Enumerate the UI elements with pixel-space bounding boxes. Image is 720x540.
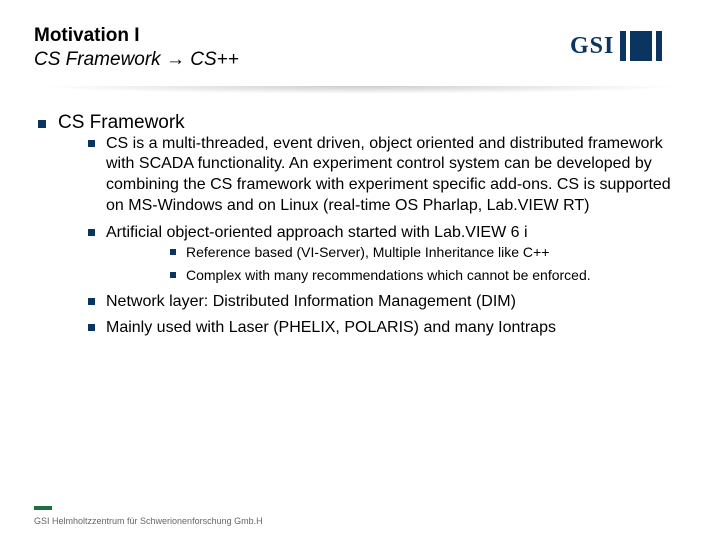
slide-header: Motivation I CS Framework → CS++ [0,0,720,80]
slide-body: CS Framework CS is a multi-threaded, eve… [0,94,720,340]
bullet-l3: Reference based (VI-Server), Multiple In… [186,243,672,263]
bullet-l2c-text: Network layer: Distributed Information M… [106,293,516,310]
bullet-l1-text: CS Framework [58,112,185,133]
bullet-l2: Mainly used with Laser (PHELIX, POLARIS)… [106,318,672,339]
bullet-l3a-text: Reference based (VI-Server), Multiple In… [186,244,549,260]
bullet-l2: Artificial object-oriented approach star… [106,223,672,286]
bullet-l2: CS is a multi-threaded, event driven, ob… [106,134,672,217]
bullet-l2b-text: Artificial object-oriented approach star… [106,224,528,241]
slide-subtitle: CS Framework → CS++ [34,48,720,72]
slide-title: Motivation I [34,24,720,48]
bullet-l2: Network layer: Distributed Information M… [106,292,672,313]
bullet-l1: CS Framework CS is a multi-threaded, eve… [58,112,672,340]
footer-accent-bar [34,506,52,510]
header-divider [34,86,686,94]
bullet-l2d-text: Mainly used with Laser (PHELIX, POLARIS)… [106,319,556,336]
bullet-l3: Complex with many recommendations which … [186,266,672,286]
footer-text: GSI Helmholtzzentrum für Schwerionenfors… [34,516,263,526]
bullet-l3b-text: Complex with many recommendations which … [186,267,591,283]
bullet-l2a-text: CS is a multi-threaded, event driven, ob… [106,135,671,214]
